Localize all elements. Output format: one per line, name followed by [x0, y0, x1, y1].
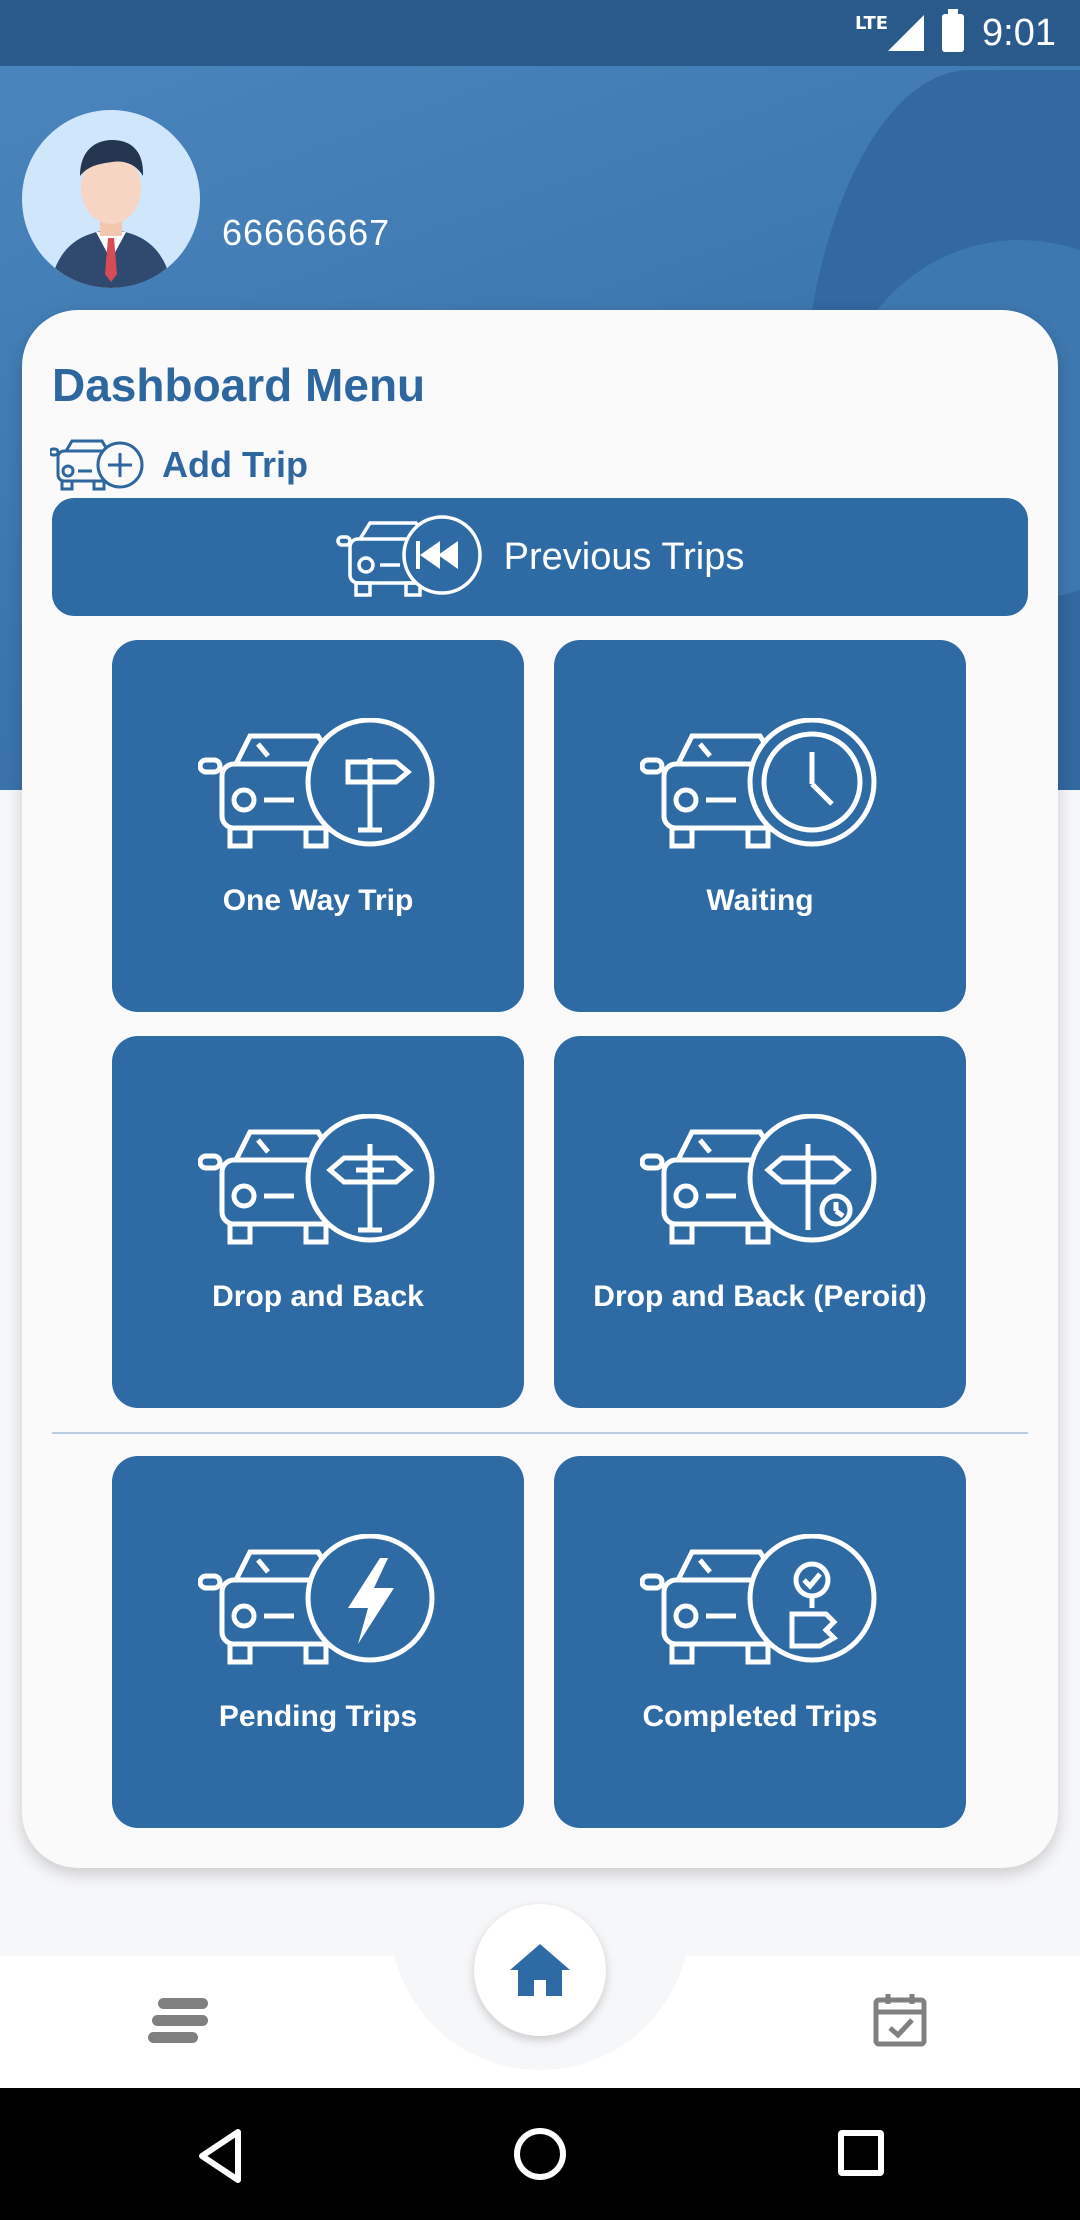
tile-label: Drop and Back: [212, 1280, 424, 1313]
page-title: Dashboard Menu: [52, 359, 426, 411]
car-rewind-icon: [335, 515, 482, 597]
previous-trips-label: Previous Trips: [503, 535, 745, 578]
drop-and-back-period-tile[interactable]: Drop and Back (Peroid): [554, 1036, 966, 1408]
dashboard-card: Dashboard Menu Add Trip Previous Trips O…: [22, 310, 1058, 1868]
car-clock-icon: [640, 718, 877, 849]
tile-label: Waiting: [706, 884, 814, 917]
previous-trips-button[interactable]: Previous Trips: [52, 498, 1028, 616]
recent-apps-icon[interactable]: [838, 2130, 884, 2176]
system-home-icon[interactable]: [514, 2128, 566, 2180]
tile-label: Drop and Back (Peroid): [593, 1280, 927, 1313]
add-trip-label: Add Trip: [162, 444, 308, 485]
system-navigation-bar: [0, 2088, 1080, 2220]
car-two-way-sign-icon: [198, 1114, 435, 1245]
car-signpost-icon: [198, 718, 435, 849]
back-icon[interactable]: [196, 2128, 244, 2184]
user-phone-number: 66666667: [222, 212, 391, 253]
pending-trips-tile[interactable]: Pending Trips: [112, 1456, 524, 1828]
avatar[interactable]: [22, 110, 200, 288]
add-trip-button[interactable]: Add Trip: [50, 432, 308, 498]
completed-trips-tile[interactable]: Completed Trips: [554, 1456, 966, 1828]
car-two-way-sign-clock-icon: [640, 1114, 877, 1245]
network-type: LTE: [854, 12, 889, 34]
car-approved-icon: [640, 1534, 877, 1665]
one-way-trip-tile[interactable]: One Way Trip: [112, 640, 524, 1012]
clock: 9:01: [982, 11, 1056, 54]
tile-label: One Way Trip: [222, 884, 414, 917]
waiting-tile[interactable]: Waiting: [554, 640, 966, 1012]
home-icon: [510, 1944, 570, 1996]
car-plus-icon: [50, 439, 144, 491]
tile-label: Pending Trips: [218, 1700, 418, 1733]
menu-icon[interactable]: [148, 1996, 212, 2046]
status-bar: LTE 9:01: [0, 0, 1080, 66]
home-button[interactable]: [474, 1904, 606, 2036]
battery-icon: [942, 9, 965, 52]
calendar-check-icon[interactable]: [872, 1992, 928, 2048]
car-lightning-icon: [198, 1534, 435, 1665]
signal-icon: [888, 15, 925, 51]
user-avatar-icon: [22, 110, 200, 288]
divider: [52, 1432, 1028, 1434]
drop-and-back-tile[interactable]: Drop and Back: [112, 1036, 524, 1408]
tile-label: Completed Trips: [642, 1700, 878, 1733]
